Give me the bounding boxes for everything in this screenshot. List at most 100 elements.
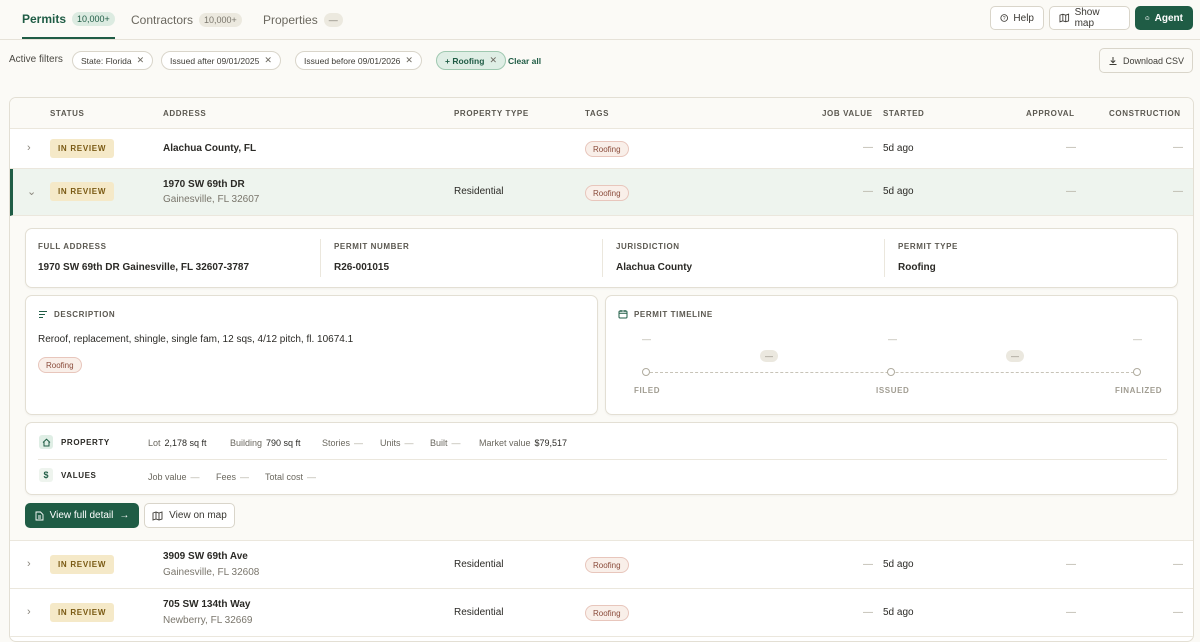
table-row-expanded[interactable]: ⌄ IN REVIEW 1970 SW 69th DR Gainesville,…: [10, 169, 1193, 216]
agent-icon: [1145, 16, 1150, 20]
tag-badge: Roofing: [585, 141, 629, 157]
timeline-label: PERMIT TIMELINE: [634, 310, 713, 319]
view-full-detail-button[interactable]: View full detail →: [25, 503, 139, 528]
timeline-duration: —: [760, 350, 778, 362]
view-full-detail-label: View full detail: [49, 510, 114, 521]
status-badge: IN REVIEW: [50, 555, 115, 574]
job-value: —: [863, 607, 873, 618]
tab-properties[interactable]: Properties —: [263, 0, 343, 39]
address-line: 705 SW 134th Way: [163, 599, 251, 610]
full-address-value: 1970 SW 69th DR Gainesville, FL 32607-37…: [38, 262, 250, 273]
approval-value: —: [1066, 142, 1076, 153]
close-icon[interactable]: ✕: [264, 55, 272, 66]
description-label: DESCRIPTION: [54, 310, 116, 319]
view-on-map-label: View on map: [169, 510, 227, 521]
agent-button[interactable]: Agent: [1135, 6, 1193, 30]
filter-chip-issued-before[interactable]: Issued before 09/01/2026 ✕: [295, 51, 422, 70]
tab-contractors[interactable]: Contractors 10,000+: [131, 0, 242, 39]
property-building: Building 790 sq ft: [230, 438, 301, 448]
tag-badge: Roofing: [585, 605, 629, 621]
property-stories: Stories —: [322, 438, 364, 448]
jurisdiction-label: JURISDICTION: [616, 242, 680, 251]
chevron-right-icon[interactable]: ›: [27, 142, 31, 154]
status-badge: IN REVIEW: [50, 182, 115, 201]
description-card: DESCRIPTION Reroof, replacement, shingle…: [25, 295, 598, 415]
property-type: Residential: [454, 559, 504, 570]
construction-value: —: [1173, 142, 1183, 153]
close-icon[interactable]: ✕: [137, 55, 145, 66]
column-construction[interactable]: CONSTRUCTION: [1109, 109, 1181, 118]
map-icon: [152, 510, 163, 521]
tab-contractors-label: Contractors: [131, 12, 194, 27]
svg-text:?: ?: [1003, 16, 1006, 22]
column-started[interactable]: STARTED: [883, 109, 924, 118]
tab-properties-count: —: [323, 12, 343, 27]
filter-chip-state[interactable]: State: Florida ✕: [72, 51, 154, 70]
permit-timeline-card: PERMIT TIMELINE — — — — — FILED ISSUED F…: [605, 295, 1178, 415]
tag-badge: Roofing: [38, 357, 82, 373]
column-address[interactable]: ADDRESS: [163, 109, 206, 118]
timeline-step-issued: ISSUED: [876, 386, 910, 395]
calendar-icon: [618, 310, 628, 319]
job-value: —: [863, 186, 873, 197]
chevron-right-icon[interactable]: ›: [27, 606, 31, 618]
permit-type-value: Roofing: [898, 262, 936, 273]
dollar-icon: $: [39, 468, 53, 482]
table-row[interactable]: › IN REVIEW 3909 SW 69th Ave Gainesville…: [10, 541, 1193, 589]
property-lot: Lot 2,178 sq ft: [148, 438, 207, 448]
filters-label: Active filters: [9, 54, 63, 65]
timeline-node-issued: [887, 368, 895, 376]
started-value: 5d ago: [883, 607, 914, 618]
timeline-node-finalized: [1133, 368, 1141, 376]
chevron-right-icon[interactable]: ›: [27, 558, 31, 570]
timeline-date-finalized: —: [1133, 334, 1142, 344]
filter-chip-issued-after[interactable]: Issued after 09/01/2025 ✕: [161, 51, 281, 70]
filter-chip-label: State: Florida: [81, 55, 132, 66]
help-button[interactable]: ? Help: [990, 6, 1044, 30]
chevron-down-icon[interactable]: ⌄: [27, 185, 36, 198]
approval-value: —: [1066, 559, 1076, 570]
clear-all-link[interactable]: Clear all: [508, 56, 541, 66]
column-property-type[interactable]: PROPERTY TYPE: [454, 109, 529, 118]
column-approval[interactable]: APPROVAL: [1026, 109, 1075, 118]
timeline-step-filed: FILED: [634, 386, 661, 395]
address-line: Alachua County, FL: [163, 143, 257, 154]
permit-number-value: R26-001015: [334, 262, 390, 273]
started-value: 5d ago: [883, 143, 914, 154]
construction-value: —: [1173, 559, 1183, 570]
jurisdiction-value: Alachua County: [616, 262, 693, 273]
timeline-duration: —: [1006, 350, 1024, 362]
property-built: Built —: [430, 438, 461, 448]
values-job-value: Job value —: [148, 472, 200, 482]
close-icon[interactable]: ✕: [405, 55, 413, 66]
address-city: Gainesville, FL 32607: [163, 194, 260, 205]
top-nav: Permits 10,000+ Contractors 10,000+ Prop…: [0, 0, 1200, 40]
property-type: Residential: [454, 607, 504, 618]
timeline-date-issued: —: [888, 334, 897, 344]
help-circle-icon: ?: [1000, 14, 1009, 22]
column-status[interactable]: STATUS: [50, 109, 84, 118]
address-line: 3909 SW 69th Ave: [163, 551, 248, 562]
full-address-label: FULL ADDRESS: [38, 242, 107, 251]
property-market-value: Market value $79,517: [479, 438, 568, 448]
values-fees: Fees —: [216, 472, 250, 482]
filter-chip-roofing[interactable]: + Roofing ✕: [436, 51, 506, 70]
table-row[interactable]: › IN REVIEW Alachua County, FL Roofing —…: [10, 129, 1193, 169]
timeline-date-filed: —: [642, 334, 651, 344]
show-map-button[interactable]: Show map: [1049, 6, 1130, 30]
column-tags[interactable]: TAGS: [585, 109, 609, 118]
values-total-cost: Total cost —: [265, 472, 317, 482]
approval-value: —: [1066, 607, 1076, 618]
property-heading: PROPERTY: [61, 438, 110, 447]
download-csv-label: Download CSV: [1122, 55, 1185, 66]
close-icon[interactable]: ✕: [489, 55, 497, 66]
document-icon: [35, 511, 44, 520]
address-line: 1970 SW 69th DR: [163, 179, 245, 190]
column-job-value[interactable]: JOB VALUE: [822, 109, 873, 118]
address-city: Gainesville, FL 32608: [163, 567, 260, 578]
approval-value: —: [1066, 186, 1076, 197]
download-csv-button[interactable]: Download CSV: [1099, 48, 1193, 73]
tab-permits[interactable]: Permits 10,000+: [22, 0, 115, 39]
property-type: Residential: [454, 186, 504, 197]
view-on-map-button[interactable]: View on map: [144, 503, 235, 528]
